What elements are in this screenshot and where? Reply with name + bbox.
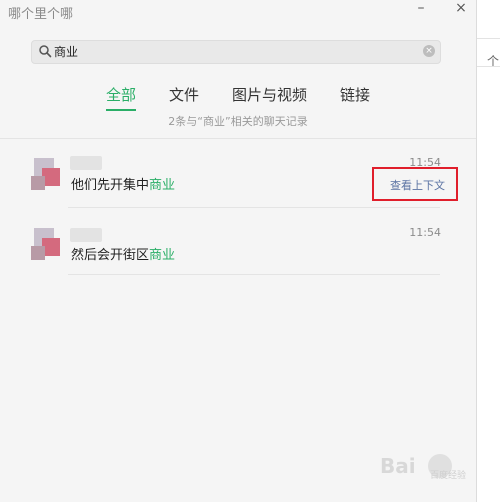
message-highlight: 商业 <box>149 178 176 193</box>
tab-files[interactable]: 文件 <box>169 84 199 105</box>
watermark-subtext: 百度经验 <box>430 471 467 481</box>
avatar <box>28 226 66 264</box>
divider <box>0 138 476 139</box>
background-window-edge: 个 <box>477 0 500 502</box>
message-text: 他们先开集中商业 <box>71 174 175 193</box>
tab-images-videos[interactable]: 图片与视频 <box>232 84 307 105</box>
row-divider <box>68 274 440 275</box>
avatar <box>28 156 66 194</box>
close-button[interactable]: × <box>450 0 472 16</box>
search-bar[interactable]: × <box>31 40 441 64</box>
message-text: 然后会开街区商业 <box>71 244 175 263</box>
message-time: 11:54 <box>409 226 441 239</box>
tab-links[interactable]: 链接 <box>340 84 370 105</box>
row-divider <box>68 207 440 208</box>
watermark: Bai 百度经验 <box>380 448 480 488</box>
clear-icon[interactable]: × <box>423 45 435 57</box>
chat-search-window: 哪个里个哪 – × × 全部 文件 图片与视频 链接 2条与“商业”相关的聊天记… <box>0 0 477 502</box>
result-summary: 2条与“商业”相关的聊天记录 <box>168 115 308 128</box>
search-result-item[interactable]: 11:54 然后会开街区商业 <box>0 220 476 292</box>
search-input[interactable] <box>54 42 404 60</box>
edge-glyph: 个 <box>487 54 500 68</box>
watermark-text: Bai <box>380 454 416 478</box>
message-highlight: 商业 <box>149 248 176 263</box>
search-icon <box>39 45 52 58</box>
message-prefix: 然后会开街区 <box>71 248 150 263</box>
window-title: 哪个里个哪 <box>8 7 74 22</box>
contact-name-blurred <box>70 228 102 242</box>
message-prefix: 他们先开集中 <box>71 178 150 193</box>
minimize-button[interactable]: – <box>410 0 432 16</box>
view-context-label: 查看上下文 <box>390 179 445 192</box>
tab-all[interactable]: 全部 <box>106 84 137 111</box>
contact-name-blurred <box>70 156 102 170</box>
filter-tabs: 全部 文件 图片与视频 链接 <box>0 84 476 114</box>
view-context-button[interactable]: 查看上下文 <box>372 167 458 201</box>
